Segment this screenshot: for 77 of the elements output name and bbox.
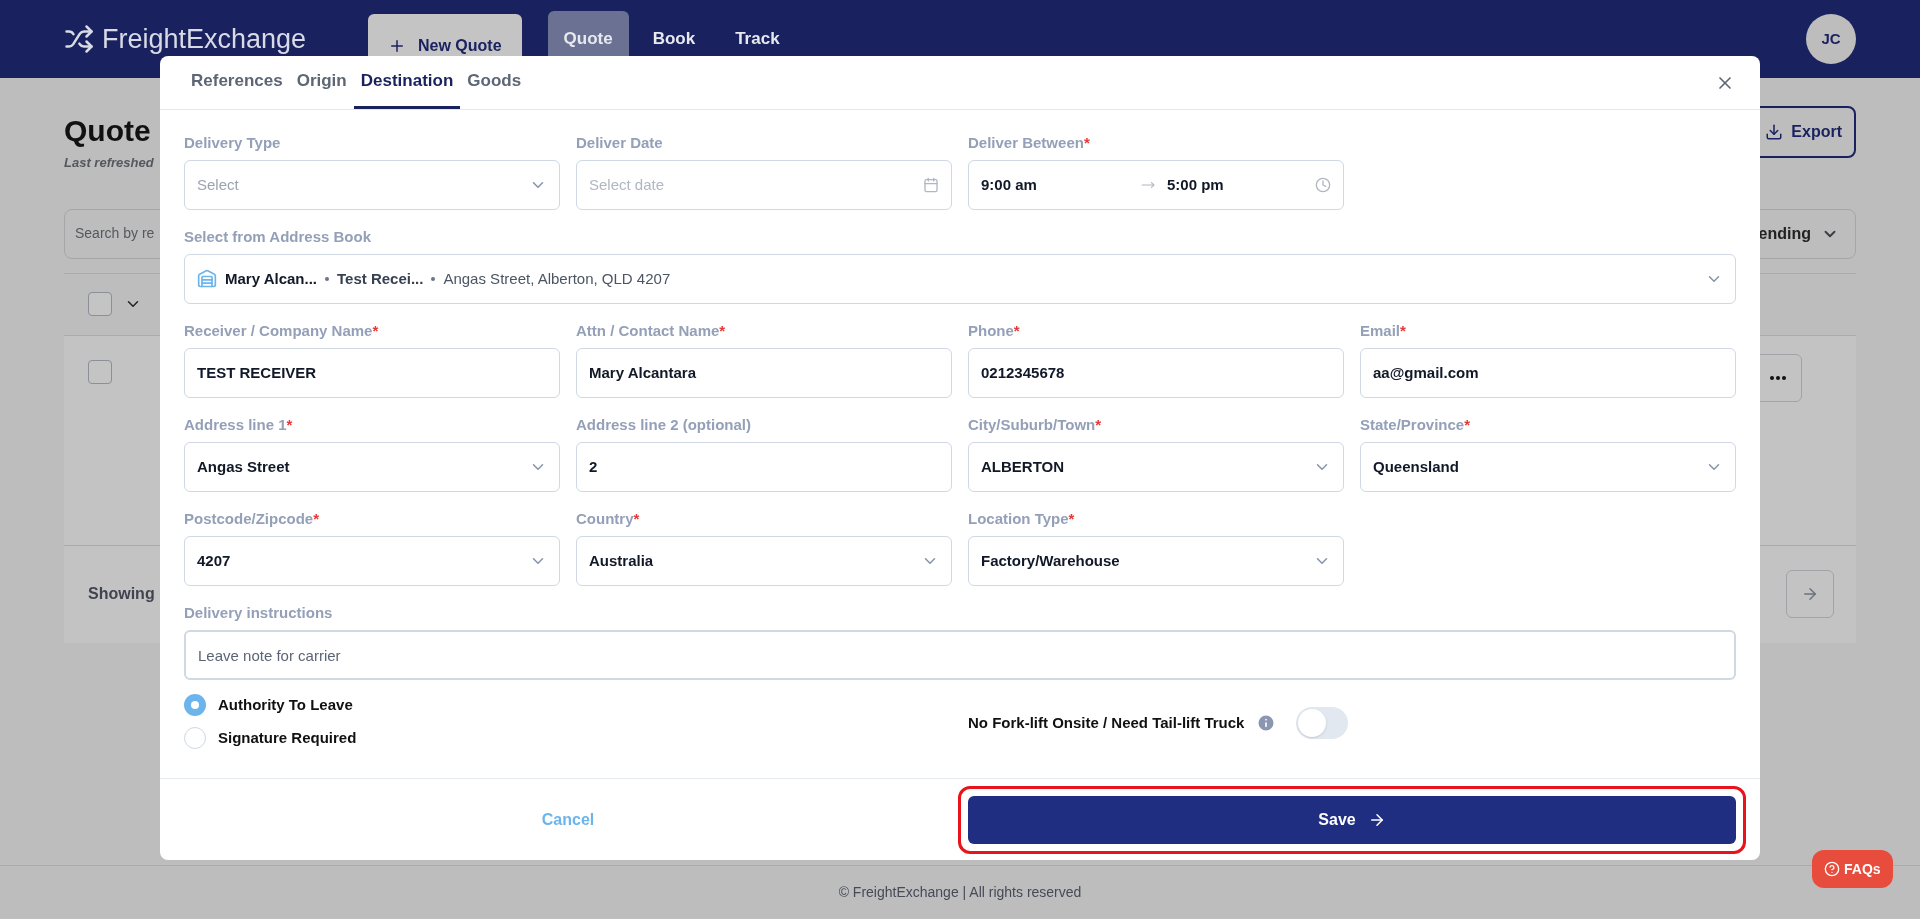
select-field[interactable]: Factory/Warehouse (968, 536, 1344, 586)
more-icon (1770, 375, 1786, 380)
nav-tab[interactable]: Track (719, 11, 796, 67)
nav-tab[interactable]: Book (636, 11, 712, 67)
field-label: Delivery instructions (184, 602, 333, 623)
radio-button[interactable] (184, 694, 206, 717)
select-field[interactable]: Queensland (1360, 442, 1736, 492)
text-field[interactable]: 0212345678 (968, 348, 1344, 398)
field-label: Postcode/Zipcode (184, 508, 314, 529)
refresh-note: Last refreshed (64, 154, 154, 172)
required-mark: * (1095, 414, 1102, 435)
field-label: Deliver Between (968, 132, 1084, 153)
select-field[interactable]: 4207 (184, 536, 560, 586)
address-text: Angas Street, Alberton, QLD 4207 (443, 268, 671, 289)
field-label: Phone (968, 320, 1014, 341)
radio-label: Signature Required (218, 727, 357, 748)
required-mark: * (1083, 132, 1090, 153)
select-field[interactable]: Australia (576, 536, 952, 586)
help-icon (1824, 861, 1840, 877)
text-field[interactable]: aa@gmail.com (1360, 348, 1736, 398)
field-label: Email (1360, 320, 1401, 341)
required-mark: * (372, 320, 379, 341)
download-icon (1765, 123, 1784, 141)
faqs-button[interactable]: FAQs (1812, 850, 1893, 888)
text-field[interactable]: 2 (576, 442, 952, 492)
form-tab[interactable]: Origin (289, 55, 354, 109)
required-mark: * (1464, 414, 1471, 435)
calendar-icon (923, 177, 939, 193)
text-field[interactable]: TEST RECEIVER (184, 348, 560, 398)
contact-name: Mary Alcan... (225, 268, 317, 289)
form-tab[interactable]: Destination (353, 55, 461, 109)
time-range-field[interactable]: 9:00 am 5:00 pm (968, 160, 1344, 210)
user-avatar[interactable]: JC (1806, 14, 1856, 64)
required-mark: * (1068, 508, 1075, 529)
field-label: State/Province (1360, 414, 1465, 435)
required-mark: * (313, 508, 320, 529)
address-book-select[interactable]: Mary Alcan... Test Recei... Angas Street, Alberton, QLD 4207 (184, 254, 1736, 304)
field-label: Select from Address Book (184, 226, 371, 247)
field-label: Deliver Date (576, 132, 663, 153)
select-field[interactable]: Angas Street (184, 442, 560, 492)
required-mark: * (286, 414, 293, 435)
warehouse-icon (197, 269, 217, 289)
next-page-button[interactable] (1786, 570, 1834, 618)
checkbox[interactable] (88, 292, 112, 316)
field-label: Receiver / Company Name (184, 320, 373, 341)
required-mark: * (1013, 320, 1020, 341)
clock-icon (1315, 177, 1331, 193)
field-label: Location Type (968, 508, 1069, 529)
start-time: 9:00 am (981, 174, 1038, 195)
logo-icon (64, 24, 94, 54)
field-label: Country (576, 508, 634, 529)
plus-icon (388, 37, 406, 55)
required-mark: * (719, 320, 726, 341)
field-label: Delivery Type (184, 132, 281, 153)
instructions-field[interactable]: Leave note for carrier (184, 630, 1736, 680)
radio-label: Authority To Leave (218, 695, 353, 715)
pagination-text: Showing (88, 584, 155, 604)
toggle-label: No Fork-lift Onsite / Need Tail-lift Truck (968, 712, 1245, 733)
field-label: City/Suburb/Town (968, 414, 1096, 435)
select-field[interactable]: ALBERTON (968, 442, 1344, 492)
page-title: Quote (64, 113, 152, 149)
field-label: Address line 2 (optional) (576, 414, 752, 435)
field-label: Attn / Contact Name (576, 320, 720, 341)
field-label: Address line 1 (184, 414, 287, 435)
end-time: 5:00 pm (1167, 174, 1225, 195)
save-button[interactable]: Save (968, 795, 1736, 844)
checkbox[interactable] (88, 359, 112, 384)
form-tab[interactable]: References (184, 55, 290, 109)
required-mark: * (1400, 320, 1406, 341)
info-icon (1256, 713, 1277, 733)
copyright-text: © FreightExchange | All rights reserved (838, 883, 1082, 902)
logo-text: FreightExchange (102, 22, 307, 56)
required-mark: * (633, 508, 640, 529)
company-name: Test Recei... (337, 268, 424, 289)
toggle-switch[interactable] (1296, 707, 1349, 739)
arrow-right-icon (1801, 585, 1819, 603)
text-field[interactable]: Mary Alcantara (576, 348, 952, 398)
